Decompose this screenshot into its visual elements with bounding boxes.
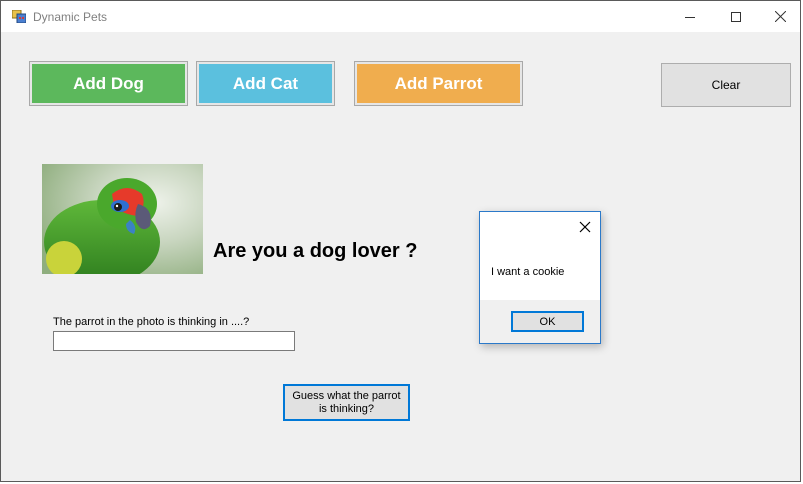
app-window: Dynamic Pets Add Dog Add Cat Add Parrot …: [0, 0, 801, 482]
minimize-icon: [685, 16, 695, 18]
thinking-answer-input[interactable]: [53, 331, 295, 351]
add-parrot-label: Add Parrot: [357, 64, 520, 103]
close-button[interactable]: [757, 1, 803, 32]
add-cat-button[interactable]: Add Cat: [196, 61, 335, 106]
maximize-button[interactable]: [713, 1, 759, 32]
maximize-icon: [731, 11, 741, 22]
title-bar: Dynamic Pets: [1, 1, 800, 32]
minimize-button[interactable]: [667, 1, 713, 32]
dialog-message: I want a cookie: [491, 266, 565, 278]
question-heading: Are you a dog lover ?: [213, 240, 418, 262]
dialog-close-icon[interactable]: [578, 220, 592, 234]
add-dog-label: Add Dog: [32, 64, 185, 103]
parrot-photo: [42, 164, 203, 274]
add-cat-label: Add Cat: [199, 64, 332, 103]
message-dialog: I want a cookie OK: [479, 211, 601, 344]
thinking-prompt-label: The parrot in the photo is thinking in .…: [53, 316, 250, 328]
add-dog-button[interactable]: Add Dog: [29, 61, 188, 106]
clear-button[interactable]: Clear: [661, 63, 791, 107]
ok-button[interactable]: OK: [511, 311, 584, 332]
add-parrot-button[interactable]: Add Parrot: [354, 61, 523, 106]
app-icon: [12, 10, 26, 23]
window-title: Dynamic Pets: [33, 10, 108, 24]
close-icon: [774, 11, 786, 22]
guess-button[interactable]: Guess what the parrot is thinking?: [283, 384, 410, 421]
